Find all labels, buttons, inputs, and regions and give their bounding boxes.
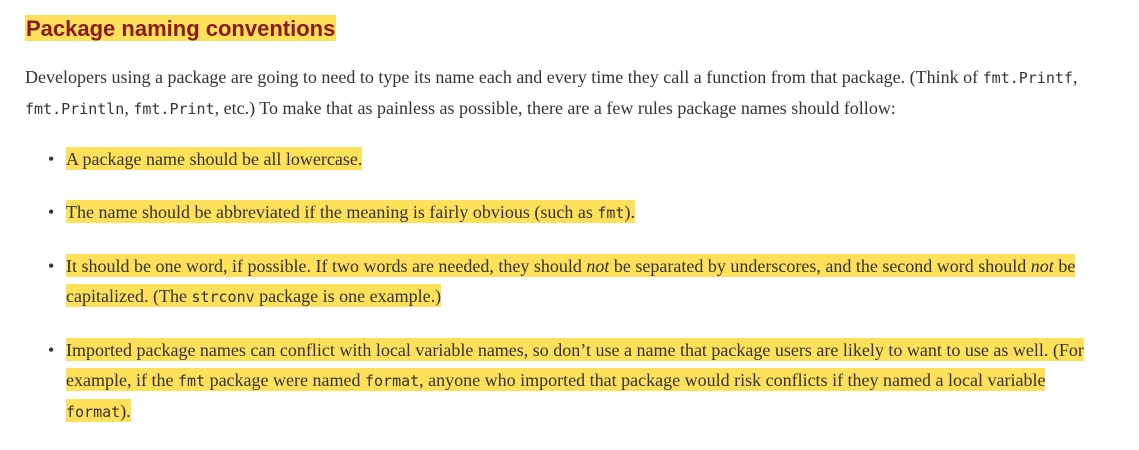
rule-text: package were named [205,370,365,390]
rule-text: ). [120,401,131,421]
intro-paragraph: Developers using a package are going to … [25,62,1110,124]
bullet-marker: • [48,256,55,276]
code-fmt-println: fmt.Println [25,100,125,118]
rule-text: It should be one word, if possible. If t… [66,256,587,276]
emphasis-not: not [1030,256,1054,276]
highlight: It should be one word, if possible. If t… [66,254,1076,307]
rule-text: , anyone who imported that package would… [419,370,1046,390]
intro-text-1: Developers using a package are going to … [25,67,983,87]
intro-text-3: , [124,98,134,118]
rule-text: be separated by underscores, and the sec… [609,256,1031,276]
document-section: Package naming conventions Developers us… [25,14,1110,450]
bullet-marker: • [48,340,55,360]
section-heading: Package naming conventions [25,15,337,41]
rule-item-one-word: • It should be one word, if possible. If … [48,251,1110,312]
intro-text-2: , [1072,67,1078,87]
rule-text: package is one example.) [254,286,442,306]
intro-text-4: , etc.) To make that as painless as poss… [214,98,896,118]
rules-list: • A package name should be all lowercase.… [25,144,1110,427]
rule-text: A package name should be all lowercase. [66,149,363,169]
rule-text: The name should be abbreviated if the me… [66,202,598,222]
code-fmt-printf: fmt.Printf [982,69,1073,87]
bullet-marker: • [48,202,55,222]
heading-wrap: Package naming conventions [25,14,1110,46]
rule-item-conflicts: • Imported package names can conflict wit… [48,335,1110,427]
code-fmt: fmt [597,204,625,222]
emphasis-not: not [586,256,610,276]
rule-item-lowercase: • A package name should be all lowercase. [48,144,1110,174]
rule-item-abbreviate: • The name should be abbreviated if the m… [48,197,1110,228]
highlight: A package name should be all lowercase. [66,147,363,170]
code-strconv: strconv [191,288,255,306]
highlight: Imported package names can conflict with… [66,338,1084,422]
code-format: format [66,403,121,421]
rule-text: ). [624,202,635,222]
code-format: format [364,372,420,390]
code-fmt: fmt [177,372,206,390]
highlight: The name should be abbreviated if the me… [66,200,635,223]
bullet-marker: • [48,149,55,169]
code-fmt-print: fmt.Print [133,100,215,118]
